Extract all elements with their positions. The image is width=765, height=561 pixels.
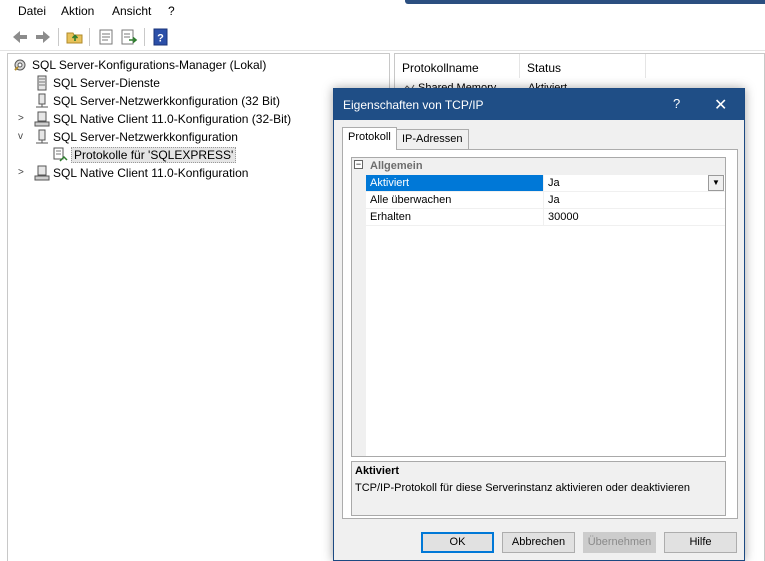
expand-chevron-icon[interactable]: > xyxy=(18,167,24,178)
tree-item-label: SQL Server-Netzwerkkonfiguration xyxy=(53,130,238,144)
tree-item-network[interactable]: v SQL Server-Netzwerkkonfiguration xyxy=(14,128,374,146)
network-config-icon xyxy=(34,129,50,145)
toolbar-separator xyxy=(89,28,90,46)
expand-chevron-icon[interactable]: > xyxy=(18,113,24,124)
collapse-chevron-icon[interactable]: v xyxy=(18,131,23,142)
tree-item-label: SQL Server-Netzwerkkonfiguration (32 Bit… xyxy=(53,94,280,108)
property-row-erhalten[interactable]: Erhalten 30000 xyxy=(366,209,725,226)
tree-item-native-client[interactable]: > SQL Native Client 11.0-Konfiguration xyxy=(14,164,374,182)
tcpip-properties-dialog: Eigenschaften von TCP/IP ? ✕ Protokoll I… xyxy=(333,88,745,561)
collapse-category-icon[interactable]: − xyxy=(354,160,363,169)
dialog-help-button[interactable]: ? xyxy=(673,96,680,111)
property-row-aktiviert[interactable]: Aktiviert Ja ▼ xyxy=(366,175,725,192)
help-icon[interactable]: ? xyxy=(151,27,171,47)
svg-text:?: ? xyxy=(157,33,164,45)
property-value[interactable]: 30000 xyxy=(544,209,725,225)
protocols-icon xyxy=(52,147,68,163)
menu-datei[interactable]: Datei xyxy=(18,4,46,18)
dropdown-arrow-icon[interactable]: ▼ xyxy=(708,175,724,191)
property-value[interactable]: Ja xyxy=(544,175,725,191)
menu-bar: Datei Aktion Ansicht ? xyxy=(0,0,765,23)
property-row-alle-ueberwachen[interactable]: Alle überwachen Ja xyxy=(366,192,725,209)
tree-item-protocols-sqlexpress[interactable]: Protokolle für 'SQLEXPRESS' xyxy=(52,146,372,164)
client-config-icon xyxy=(34,165,50,181)
property-name: Erhalten xyxy=(366,209,544,225)
property-grid: − Allgemein Aktiviert Ja ▼ Alle überwach… xyxy=(351,157,726,457)
dialog-title-bar: Eigenschaften von TCP/IP ? ✕ xyxy=(334,89,744,120)
tree-item-label: Protokolle für 'SQLEXPRESS' xyxy=(71,147,237,163)
menu-help[interactable]: ? xyxy=(168,4,175,18)
help-button[interactable]: Hilfe xyxy=(664,532,737,553)
tree-item-services[interactable]: SQL Server-Dienste xyxy=(34,74,374,92)
close-icon[interactable]: ✕ xyxy=(714,95,727,115)
client-config-icon xyxy=(34,111,50,127)
toolbar-separator xyxy=(58,28,59,46)
grid-margin: − xyxy=(352,158,366,456)
ok-button[interactable]: OK xyxy=(421,532,494,553)
menu-ansicht[interactable]: Ansicht xyxy=(112,4,151,18)
config-manager-icon xyxy=(12,57,28,73)
property-name: Alle überwachen xyxy=(366,192,544,208)
toolbar-separator xyxy=(144,28,145,46)
tree-item-native-client-32[interactable]: > SQL Native Client 11.0-Konfiguration (… xyxy=(14,110,374,128)
window-title-edge xyxy=(405,0,765,4)
up-folder-icon[interactable] xyxy=(65,27,85,47)
tree-item-network-32[interactable]: SQL Server-Netzwerkkonfiguration (32 Bit… xyxy=(34,92,374,110)
tree-item-label: SQL Native Client 11.0-Konfiguration xyxy=(53,166,249,180)
network-config-icon xyxy=(34,93,50,109)
description-text: TCP/IP-Protokoll für diese Serverinstanz… xyxy=(355,482,691,494)
cancel-button[interactable]: Abbrechen xyxy=(502,532,575,553)
dialog-title: Eigenschaften von TCP/IP xyxy=(343,98,484,112)
description-title: Aktiviert xyxy=(355,465,400,477)
tab-ip-adressen[interactable]: IP-Adressen xyxy=(396,129,469,149)
column-header-protocol-name[interactable]: Protokollname xyxy=(395,54,520,78)
apply-button[interactable]: Übernehmen xyxy=(583,532,656,553)
category-allgemein[interactable]: Allgemein xyxy=(366,158,725,175)
tree-item-label: SQL Native Client 11.0-Konfiguration (32… xyxy=(53,112,292,126)
server-services-icon xyxy=(34,75,50,91)
tree-item-label: SQL Server-Dienste xyxy=(53,76,160,90)
tab-protokoll[interactable]: Protokoll xyxy=(342,127,397,150)
back-arrow-icon[interactable] xyxy=(10,27,30,47)
properties-icon[interactable] xyxy=(96,27,116,47)
menu-aktion[interactable]: Aktion xyxy=(61,4,94,18)
tree-root-label: SQL Server-Konfigurations-Manager (Lokal… xyxy=(32,58,267,72)
toolbar: ? xyxy=(0,23,765,51)
tab-panel-protokoll: − Allgemein Aktiviert Ja ▼ Alle überwach… xyxy=(342,149,738,519)
export-list-icon[interactable] xyxy=(119,27,139,47)
property-name: Aktiviert xyxy=(366,175,544,191)
forward-arrow-icon[interactable] xyxy=(33,27,53,47)
tree-root[interactable]: SQL Server-Konfigurations-Manager (Lokal… xyxy=(12,56,382,74)
column-header-status[interactable]: Status xyxy=(520,54,646,78)
property-value[interactable]: Ja xyxy=(544,192,725,208)
property-description: Aktiviert TCP/IP-Protokoll für diese Ser… xyxy=(351,461,726,516)
